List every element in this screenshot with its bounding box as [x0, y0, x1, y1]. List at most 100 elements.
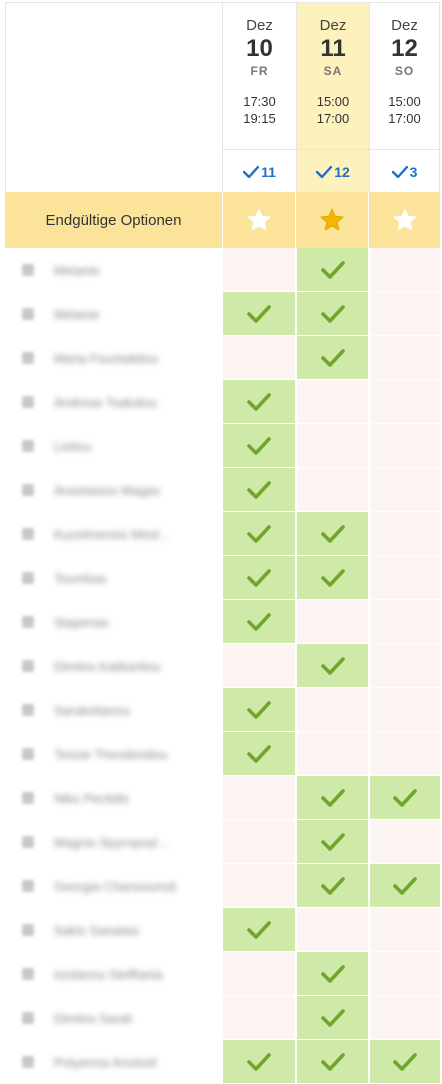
participant-row: Dimitra Katikartiou — [0, 644, 442, 688]
vote-cell-empty — [223, 864, 295, 907]
date-column-1[interactable]: Dez 11 SA 15:00 17:00 12 — [296, 2, 369, 192]
avatar — [22, 352, 34, 364]
participant-name-text: Stapenas — [54, 614, 109, 630]
check-icon — [247, 612, 271, 631]
participant-name: Magnis Spyropoyl… — [22, 820, 220, 864]
final-option-star-1[interactable] — [296, 192, 368, 248]
vote-cell-yes — [297, 776, 368, 819]
vote-cell-empty — [370, 820, 440, 863]
weekday-label: SA — [323, 64, 343, 78]
vote-cell-yes — [223, 908, 295, 951]
participant-name: Dimitra Katikartiou — [22, 644, 220, 688]
participant-row: Stapenas — [0, 600, 442, 644]
vote-cell-empty — [370, 908, 440, 951]
vote-cell-empty — [370, 600, 440, 643]
avatar — [22, 836, 34, 848]
vote-cell-empty — [223, 644, 295, 687]
vote-cell-empty — [297, 688, 368, 731]
vote-count-value: 3 — [409, 164, 418, 180]
avatar — [22, 396, 34, 408]
participant-name-text: Sarakelianou — [54, 702, 130, 718]
participant-name-text: Lioliou — [54, 438, 92, 454]
participant-name-text: Georgia Chansounoli — [54, 878, 177, 894]
check-icon — [247, 436, 271, 455]
vote-cell-empty — [370, 292, 440, 335]
participant-name-text: Tessie Theodoridou — [54, 746, 168, 762]
vote-count: 12 — [297, 149, 369, 194]
vote-cell-empty — [297, 732, 368, 775]
participant-name-text: Magnis Spyropoyl… — [54, 834, 171, 850]
participant-name: Toumbas — [22, 556, 220, 600]
start-time: 15:00 — [316, 94, 350, 109]
date-column-0[interactable]: Dez 10 FR 17:30 19:15 11 — [222, 2, 296, 192]
check-icon — [393, 876, 417, 895]
vote-cell-empty — [370, 688, 440, 731]
vote-count: 3 — [370, 149, 439, 194]
check-icon — [247, 392, 271, 411]
participant-name-text: Andreas Tsakalou — [54, 394, 158, 410]
participant-row: Sakis Sanaiias — [0, 908, 442, 952]
participant-row: Sarakelianou — [0, 688, 442, 732]
check-icon — [320, 524, 345, 543]
check-icon — [247, 700, 271, 719]
vote-cell-yes — [223, 1040, 295, 1083]
check-icon — [320, 656, 345, 675]
participant-name: Potyenna Anoissil — [22, 1040, 220, 1084]
vote-cell-empty — [370, 952, 440, 995]
check-icon — [320, 568, 345, 587]
participant-row: Dimitra Sarali — [0, 996, 442, 1040]
vote-cell-yes — [297, 864, 368, 907]
check-icon — [247, 1052, 271, 1071]
vote-cell-empty — [370, 732, 440, 775]
check-icon — [247, 524, 271, 543]
check-icon — [243, 166, 260, 178]
participant-row: Melanie — [0, 292, 442, 336]
check-icon — [391, 166, 408, 178]
participant-name-text: Melanie — [54, 262, 100, 278]
date-column-2[interactable]: Dez 12 SO 15:00 17:00 3 — [369, 2, 440, 192]
participant-row: Georgia Chansounoli — [0, 864, 442, 908]
weekday-label: SO — [394, 64, 415, 78]
avatar — [22, 660, 34, 672]
vote-cell-empty — [370, 380, 440, 423]
end-time: 17:00 — [388, 111, 421, 126]
vote-cell-yes — [297, 952, 368, 995]
vote-cell-yes — [297, 336, 368, 379]
participant-row: Maria Fountalidou — [0, 336, 442, 380]
end-time: 19:15 — [243, 111, 276, 126]
participant-row: Iordanou Steffiania — [0, 952, 442, 996]
participant-name-text: Dimitra Katikartiou — [54, 658, 161, 674]
participant-name: Georgia Chansounoli — [22, 864, 220, 908]
avatar — [22, 704, 34, 716]
vote-cell-empty — [370, 556, 440, 599]
check-icon — [247, 920, 271, 939]
end-time: 17:00 — [316, 111, 350, 126]
check-icon — [247, 568, 271, 587]
check-icon — [247, 744, 271, 763]
participant-name: Sarakelianou — [22, 688, 220, 732]
check-icon — [320, 788, 345, 807]
check-icon — [320, 876, 345, 895]
check-icon — [320, 304, 345, 323]
vote-cell-empty — [223, 336, 295, 379]
avatar — [22, 968, 34, 980]
vote-cell-yes — [297, 1040, 368, 1083]
participant-name: Sakis Sanaiias — [22, 908, 220, 952]
participant-name: Maria Fountalidou — [22, 336, 220, 380]
final-option-star-0[interactable] — [223, 192, 295, 248]
participant-row: Lioliou — [0, 424, 442, 468]
vote-cell-empty — [297, 380, 368, 423]
vote-cell-yes — [297, 292, 368, 335]
participant-row: Niko Pectidis — [0, 776, 442, 820]
vote-cell-empty — [223, 996, 295, 1039]
vote-cell-empty — [370, 336, 440, 379]
vote-cell-empty — [297, 468, 368, 511]
participant-name-text: Niko Pectidis — [54, 790, 130, 806]
participant-name: Melanie — [22, 248, 220, 292]
avatar — [22, 924, 34, 936]
check-icon — [320, 964, 345, 983]
avatar — [22, 440, 34, 452]
vote-cell-yes — [223, 292, 295, 335]
avatar — [22, 308, 34, 320]
final-option-star-2[interactable] — [369, 192, 440, 248]
